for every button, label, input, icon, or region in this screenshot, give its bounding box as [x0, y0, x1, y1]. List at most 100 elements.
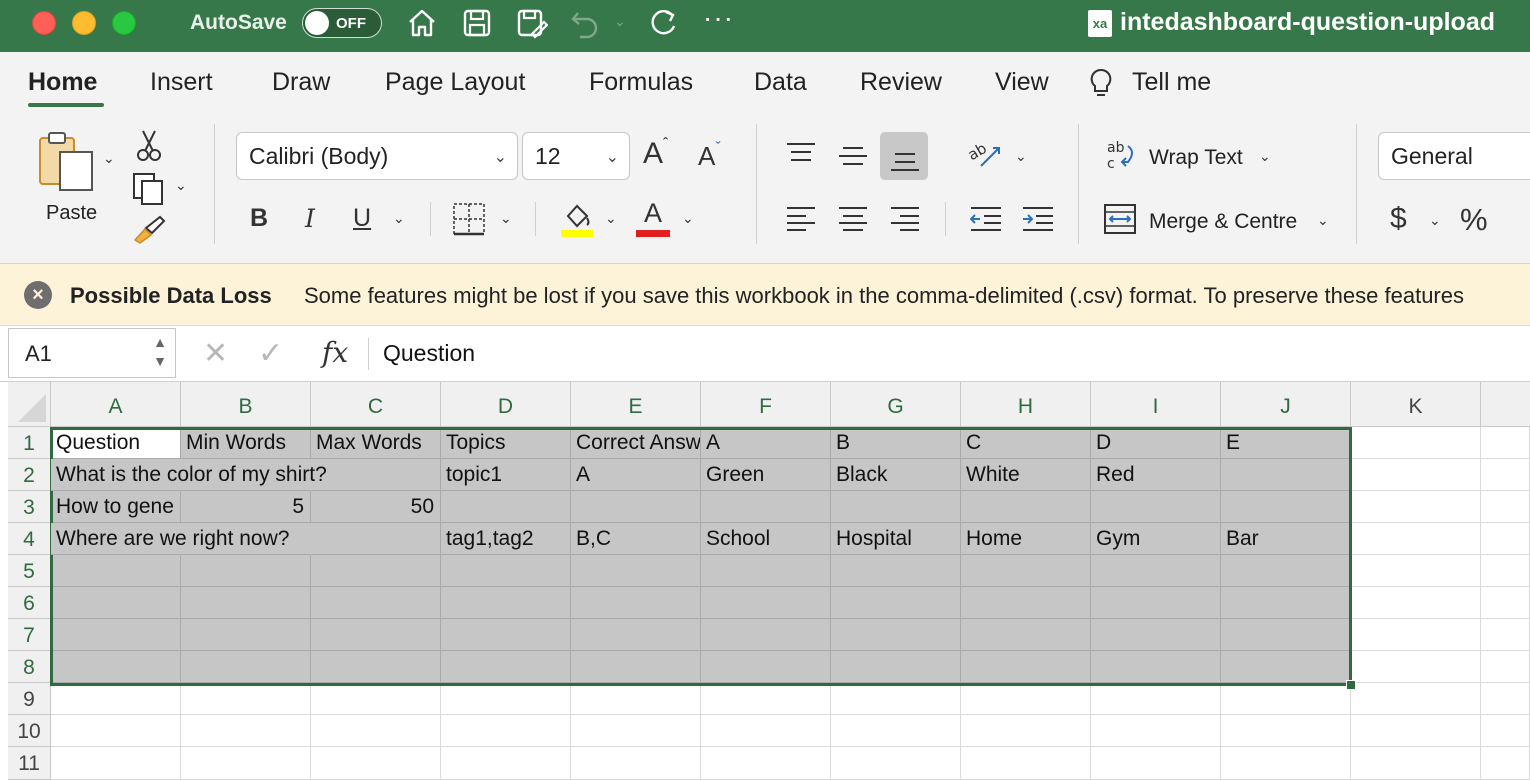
grow-font-button[interactable]: Aˆ — [643, 136, 668, 171]
cell-k5[interactable] — [1351, 555, 1481, 587]
merge-dropdown-icon[interactable]: ⌄ — [1317, 212, 1329, 229]
percent-button[interactable]: % — [1460, 202, 1488, 238]
save-icon[interactable] — [460, 6, 494, 40]
cell-f2[interactable]: Green — [701, 459, 831, 491]
cell-j9[interactable] — [1221, 683, 1351, 715]
wrap-text-dropdown-icon[interactable]: ⌄ — [1259, 148, 1271, 165]
cell-i6[interactable] — [1091, 587, 1221, 619]
save-as-icon[interactable] — [514, 6, 549, 40]
more-commands-icon[interactable]: ··· — [703, 2, 734, 34]
cell-l1[interactable] — [1481, 427, 1530, 459]
column-header-h[interactable]: H — [961, 382, 1091, 427]
cancel-entry-icon[interactable]: ✕ — [203, 336, 228, 371]
column-header-f[interactable]: F — [701, 382, 831, 427]
cell-c2[interactable] — [311, 459, 441, 491]
cell-l3[interactable] — [1481, 491, 1530, 523]
cell-e7[interactable] — [571, 619, 701, 651]
wrap-text-icon[interactable]: ab c — [1106, 138, 1138, 172]
cell-d8[interactable] — [441, 651, 571, 683]
cell-f10[interactable] — [701, 715, 831, 747]
underline-button[interactable]: U — [353, 204, 371, 233]
fill-color-dropdown-icon[interactable]: ⌄ — [605, 210, 617, 227]
cell-c4[interactable] — [311, 523, 441, 555]
tab-review[interactable]: Review — [860, 68, 942, 97]
cell-l9[interactable] — [1481, 683, 1530, 715]
insert-function-icon[interactable]: fx — [322, 336, 348, 369]
cell-j8[interactable] — [1221, 651, 1351, 683]
zoom-window-button[interactable] — [112, 11, 136, 35]
cell-b6[interactable] — [181, 587, 311, 619]
cell-c1[interactable]: Max Words — [311, 427, 441, 459]
cell-h1[interactable]: C — [961, 427, 1091, 459]
cell-j3[interactable] — [1221, 491, 1351, 523]
cell-f3[interactable] — [701, 491, 831, 523]
cell-f11[interactable] — [701, 747, 831, 780]
tab-formulas[interactable]: Formulas — [589, 68, 693, 97]
cell-b3[interactable]: 5 — [181, 491, 311, 523]
cell-f5[interactable] — [701, 555, 831, 587]
cell-b10[interactable] — [181, 715, 311, 747]
font-size-select[interactable]: 12 ⌄ — [522, 132, 630, 180]
decrease-indent-icon[interactable] — [970, 206, 1002, 232]
cell-a11[interactable] — [51, 747, 181, 780]
cell-k10[interactable] — [1351, 715, 1481, 747]
cell-a9[interactable] — [51, 683, 181, 715]
tab-data[interactable]: Data — [754, 68, 807, 97]
cell-e8[interactable] — [571, 651, 701, 683]
cell-k11[interactable] — [1351, 747, 1481, 780]
align-right-icon[interactable] — [890, 206, 920, 232]
tab-view[interactable]: View — [995, 68, 1049, 97]
cell-j1[interactable]: E — [1221, 427, 1351, 459]
autosave-toggle[interactable]: OFF — [302, 8, 382, 38]
cell-j2[interactable] — [1221, 459, 1351, 491]
bold-button[interactable]: B — [250, 204, 268, 233]
paste-dropdown-icon[interactable]: ⌄ — [103, 150, 115, 167]
wrap-text-label[interactable]: Wrap Text — [1149, 146, 1243, 170]
cell-j11[interactable] — [1221, 747, 1351, 780]
underline-dropdown-icon[interactable]: ⌄ — [393, 210, 405, 227]
cell-k4[interactable] — [1351, 523, 1481, 555]
cell-e4[interactable]: B,C — [571, 523, 701, 555]
cell-j6[interactable] — [1221, 587, 1351, 619]
cell-l2[interactable] — [1481, 459, 1530, 491]
column-header-d[interactable]: D — [441, 382, 571, 427]
cell-j10[interactable] — [1221, 715, 1351, 747]
currency-button[interactable]: $ — [1390, 202, 1407, 236]
cell-i9[interactable] — [1091, 683, 1221, 715]
row-header-9[interactable]: 9 — [8, 683, 51, 715]
font-color-dropdown-icon[interactable]: ⌄ — [682, 210, 694, 227]
merge-centre-label[interactable]: Merge & Centre — [1149, 210, 1297, 234]
tab-draw[interactable]: Draw — [272, 68, 330, 97]
cell-k7[interactable] — [1351, 619, 1481, 651]
close-warning-icon[interactable]: × — [24, 281, 52, 309]
italic-button[interactable]: I — [305, 204, 315, 233]
cell-d11[interactable] — [441, 747, 571, 780]
cell-h5[interactable] — [961, 555, 1091, 587]
column-header-i[interactable]: I — [1091, 382, 1221, 427]
cell-a10[interactable] — [51, 715, 181, 747]
row-header-5[interactable]: 5 — [8, 555, 51, 587]
cell-g2[interactable]: Black — [831, 459, 961, 491]
formula-input[interactable]: Question — [383, 340, 475, 367]
align-left-icon[interactable] — [786, 206, 816, 232]
cell-e6[interactable] — [571, 587, 701, 619]
cell-l4[interactable] — [1481, 523, 1530, 555]
orientation-dropdown-icon[interactable]: ⌄ — [1015, 148, 1027, 165]
cell-f7[interactable] — [701, 619, 831, 651]
cell-i5[interactable] — [1091, 555, 1221, 587]
cell-g7[interactable] — [831, 619, 961, 651]
cell-d2[interactable]: topic1 — [441, 459, 571, 491]
cell-k1[interactable] — [1351, 427, 1481, 459]
cell-g6[interactable] — [831, 587, 961, 619]
cell-c8[interactable] — [311, 651, 441, 683]
cell-h4[interactable]: Home — [961, 523, 1091, 555]
copy-dropdown-icon[interactable]: ⌄ — [175, 177, 187, 194]
column-header-a[interactable]: A — [51, 382, 181, 427]
row-header-3[interactable]: 3 — [8, 491, 51, 523]
copy-icon[interactable] — [132, 172, 166, 206]
cell-k6[interactable] — [1351, 587, 1481, 619]
row-header-7[interactable]: 7 — [8, 619, 51, 651]
close-window-button[interactable] — [32, 11, 56, 35]
tab-tell-me[interactable]: Tell me — [1132, 68, 1211, 97]
format-painter-icon[interactable] — [132, 214, 166, 244]
